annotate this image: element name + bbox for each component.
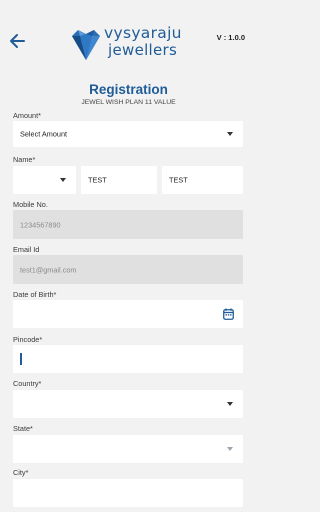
- chevron-down-icon: [227, 447, 233, 451]
- amount-select[interactable]: Select Amount: [13, 121, 243, 147]
- amount-value: Select Amount: [20, 129, 68, 139]
- first-name-value: TEST: [88, 175, 107, 185]
- city-field[interactable]: [13, 479, 243, 507]
- brand-logo: vysyaraju jewellers: [70, 24, 200, 66]
- chevron-down-icon: [227, 132, 233, 136]
- diamond-logo-icon: [72, 30, 100, 60]
- mobile-value: 1234567890: [20, 220, 61, 229]
- chevron-down-icon: [60, 178, 66, 182]
- mobile-field: 1234567890: [13, 210, 243, 239]
- app-header: vysyaraju jewellers V : 1.0.0: [0, 0, 257, 78]
- dob-field[interactable]: [13, 300, 243, 328]
- pincode-label: Pincode*: [13, 335, 43, 344]
- text-cursor: [20, 353, 22, 365]
- chevron-down-icon: [227, 402, 233, 406]
- name-label: Name*: [13, 155, 36, 164]
- pincode-field[interactable]: [13, 345, 243, 373]
- amount-label: Amount*: [13, 111, 41, 120]
- brand-name-line1: vysyaraju: [104, 24, 182, 42]
- plan-subtitle: JEWEL WISH PLAN 11 VALUE: [81, 99, 176, 106]
- city-label: City*: [13, 468, 29, 477]
- country-select[interactable]: [13, 390, 243, 418]
- last-name-value: TEST: [169, 175, 188, 185]
- mobile-label: Mobile No.: [13, 200, 48, 209]
- state-label: State*: [13, 424, 33, 433]
- app-version: V : 1.0.0: [216, 33, 245, 42]
- email-label: Email Id: [13, 245, 40, 254]
- state-select[interactable]: [13, 435, 243, 463]
- back-arrow-icon[interactable]: [8, 33, 26, 49]
- name-title-select[interactable]: [13, 166, 76, 194]
- page-title: Registration: [89, 82, 168, 97]
- first-name-field[interactable]: TEST: [81, 166, 157, 194]
- dob-label: Date of Birth*: [13, 290, 57, 299]
- brand-name-line2: jewellers: [108, 41, 178, 59]
- last-name-field[interactable]: TEST: [162, 166, 243, 194]
- calendar-icon[interactable]: [223, 308, 234, 320]
- country-label: Country*: [13, 379, 42, 388]
- email-value: test1@gmail.com: [20, 265, 77, 274]
- email-field: test1@gmail.com: [13, 255, 243, 284]
